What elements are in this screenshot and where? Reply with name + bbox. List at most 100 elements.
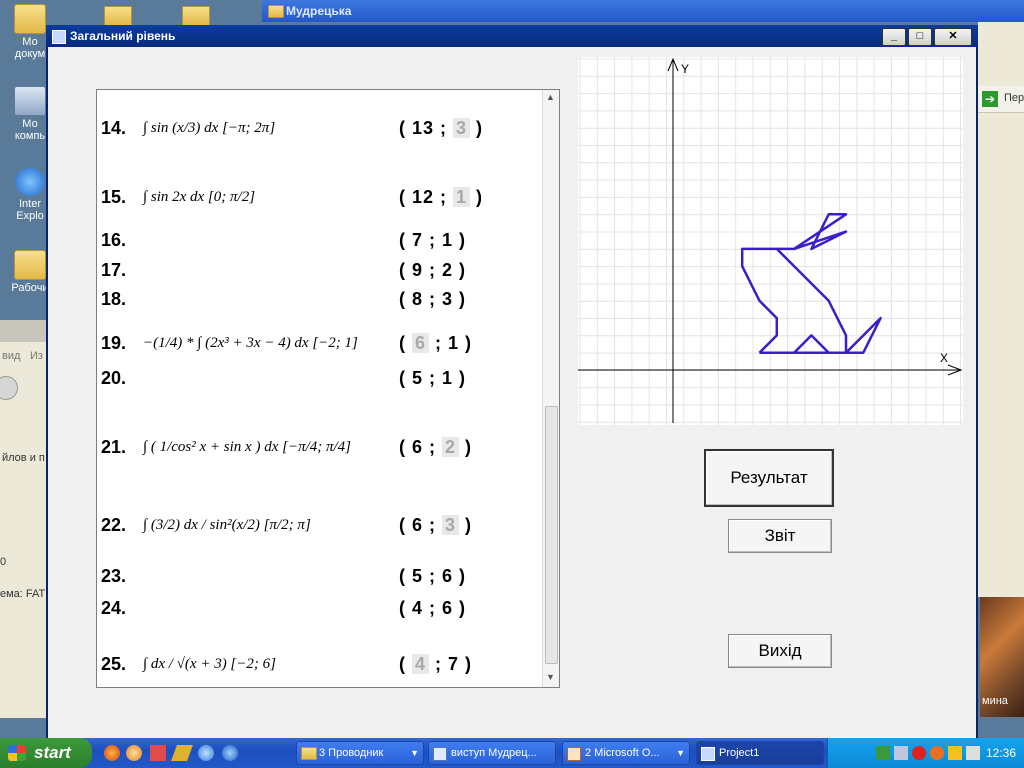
warning-icon[interactable]: [948, 746, 962, 760]
tasks-list[interactable]: 14. ∫ sin (x/3) dx [−π; 2π] ( 13 ; 3 ) 15. ∫…: [96, 89, 560, 688]
answer-pair[interactable]: ( 12 ; 1 ): [399, 187, 483, 208]
integral-expression: ∫ dx / √(x + 3) [−2; 6]: [143, 656, 276, 672]
folder-icon: [268, 5, 284, 18]
quicklaunch-opera-icon[interactable]: [126, 745, 142, 761]
clock[interactable]: 12:36: [986, 746, 1016, 760]
answer-second[interactable]: 1: [442, 368, 453, 388]
integral-expression: −(1/4) * ∫ (2x³ + 3x − 4) dx [−2; 1]: [143, 335, 358, 351]
network-icon[interactable]: [876, 746, 890, 760]
background-forward-bar: ➔ Пер: [978, 86, 1024, 113]
answer-pair[interactable]: ( 9 ; 2 ): [399, 260, 466, 281]
window-titlebar[interactable]: Загальний рівень _ □ ✕: [46, 25, 978, 47]
answer-pair[interactable]: ( 6 ; 1 ): [399, 333, 472, 354]
quicklaunch-ie-icon[interactable]: [222, 745, 238, 761]
tray-app-icon[interactable]: [930, 746, 944, 760]
answer-first[interactable]: 5: [412, 566, 423, 586]
chevron-down-icon: ▼: [676, 748, 685, 758]
answer-pair[interactable]: ( 6 ; 3 ): [399, 515, 472, 536]
task-explorer[interactable]: 3 Проводник ▼: [296, 741, 424, 765]
minimize-button[interactable]: _: [882, 28, 906, 46]
app-icon: [701, 747, 715, 761]
answer-first[interactable]: 7: [412, 230, 423, 250]
answer-first[interactable]: 12: [412, 187, 434, 207]
answer-pair[interactable]: ( 13 ; 3 ): [399, 118, 483, 139]
quicklaunch-update-icon[interactable]: [150, 745, 166, 761]
answer-second[interactable]: 1: [453, 187, 471, 207]
answer-pair[interactable]: ( 6 ; 2 ): [399, 437, 472, 458]
result-button[interactable]: Результат: [704, 449, 834, 507]
answer-second[interactable]: 6: [442, 566, 453, 586]
answer-second[interactable]: 3: [442, 289, 453, 309]
menu-fragment[interactable]: Из: [30, 350, 43, 362]
answer-first[interactable]: 4: [412, 598, 423, 618]
answer-first[interactable]: 4: [412, 654, 430, 674]
close-button[interactable]: ✕: [934, 28, 972, 46]
item-number: 18.: [101, 289, 127, 309]
answer-first[interactable]: 8: [412, 289, 423, 309]
task-microsoft-office[interactable]: 2 Microsoft O... ▼: [562, 741, 690, 765]
answer-second[interactable]: 6: [442, 598, 453, 618]
item-number: 23.: [101, 566, 127, 586]
report-button[interactable]: Звіт: [728, 519, 832, 553]
monitor-icon[interactable]: [894, 746, 908, 760]
background-link-text[interactable]: Пер: [1004, 92, 1024, 104]
integral-expression: ∫ sin (x/3) dx [−π; 2π]: [143, 120, 276, 136]
quicklaunch-globe-icon[interactable]: [198, 745, 214, 761]
system-tray: 12:36: [827, 738, 1024, 768]
answer-second[interactable]: 3: [453, 118, 471, 138]
scroll-down-arrow-icon[interactable]: ▼: [546, 672, 555, 682]
answer-pair[interactable]: ( 5 ; 6 ): [399, 566, 466, 587]
answer-first[interactable]: 5: [412, 368, 423, 388]
answer-first[interactable]: 6: [412, 333, 430, 353]
list-item: 21. ∫ ( 1/cos² x + sin x ) dx [−π/4; π/4]…: [97, 412, 543, 482]
answer-pair[interactable]: ( 7 ; 1 ): [399, 230, 466, 251]
office-icon: [567, 747, 581, 761]
answer-pair[interactable]: ( 8 ; 3 ): [399, 289, 466, 310]
scroll-thumb[interactable]: [545, 406, 558, 664]
desktop-folder-icon[interactable]: [182, 6, 210, 26]
answer-second[interactable]: 7: [448, 654, 459, 674]
answer-first[interactable]: 6: [412, 515, 423, 535]
panel-fragment: 0: [0, 556, 7, 568]
answer-pair[interactable]: ( 5 ; 1 ): [399, 368, 466, 389]
list-item: 25. ∫ dx / √(x + 3) [−2; 6] ( 4 ; 7 ): [97, 644, 543, 684]
item-number: 15.: [101, 187, 127, 207]
list-item: 23. ( 5 ; 6 ): [97, 564, 543, 588]
list-item: 17. ( 9 ; 2 ): [97, 258, 543, 282]
scroll-up-arrow-icon[interactable]: ▲: [546, 92, 555, 102]
list-item: 20. ( 5 ; 1 ): [97, 366, 543, 390]
task-project1[interactable]: Project1: [696, 741, 824, 765]
left-background-window: вид Из йлов и п 0 ема: FAT: [0, 320, 46, 718]
maximize-button[interactable]: □: [908, 28, 932, 46]
answer-second[interactable]: 3: [442, 515, 460, 535]
vertical-scrollbar[interactable]: ▲ ▼: [542, 90, 559, 687]
answer-second[interactable]: 2: [442, 260, 453, 280]
answer-second[interactable]: 2: [442, 437, 460, 457]
answer-first[interactable]: 9: [412, 260, 423, 280]
background-image-thumbnail: мина: [980, 597, 1024, 717]
answer-second[interactable]: 1: [442, 230, 453, 250]
my-documents-icon: [14, 4, 46, 34]
item-number: 16.: [101, 230, 127, 250]
panel-fragment: ема: FAT: [0, 588, 46, 600]
answer-second[interactable]: 1: [448, 333, 459, 353]
volume-icon[interactable]: [966, 746, 980, 760]
integral-expression: ∫ (3/2) dx / sin²(x/2) [π/2; π]: [143, 517, 311, 533]
list-item: 16. ( 7 ; 1 ): [97, 228, 543, 252]
menu-fragment[interactable]: вид: [2, 350, 20, 362]
security-icon[interactable]: [912, 746, 926, 760]
task-word-document[interactable]: виступ Мудрец...: [428, 741, 556, 765]
answer-pair[interactable]: ( 4 ; 6 ): [399, 598, 466, 619]
start-button[interactable]: start: [0, 738, 92, 768]
exit-button[interactable]: Вихід: [728, 634, 832, 668]
answer-first[interactable]: 13: [412, 118, 434, 138]
green-arrow-icon[interactable]: ➔: [982, 91, 998, 107]
answer-pair[interactable]: ( 4 ; 7 ): [399, 654, 472, 675]
background-window-titlebar[interactable]: Мудрецька: [262, 0, 1024, 22]
answer-first[interactable]: 6: [412, 437, 423, 457]
quicklaunch-tool-icon[interactable]: [171, 745, 193, 761]
item-number: 19.: [101, 333, 127, 353]
quicklaunch-firefox-icon[interactable]: [104, 745, 120, 761]
desktop-folder-icon[interactable]: [104, 6, 132, 26]
back-button-icon[interactable]: [0, 376, 18, 400]
